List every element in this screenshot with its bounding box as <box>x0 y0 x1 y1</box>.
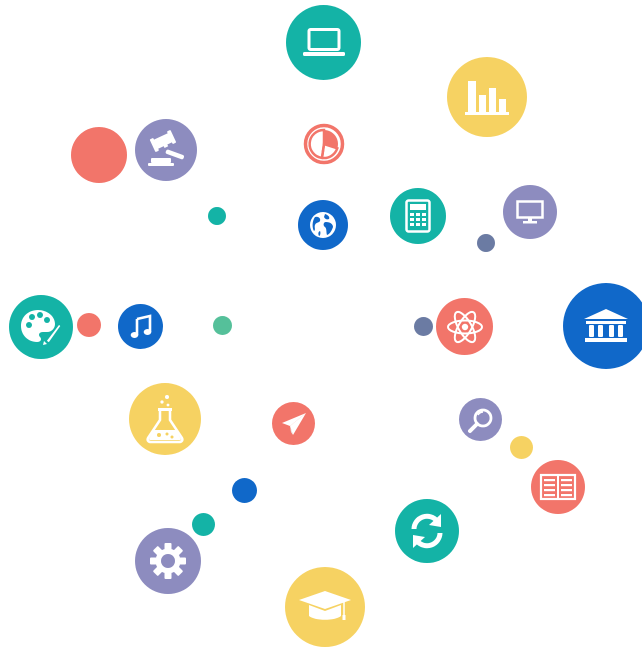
globe-icon <box>298 200 348 250</box>
flask-icon <box>129 383 201 455</box>
palette-icon <box>9 295 73 359</box>
monitor-icon <box>503 185 557 239</box>
blue-dot <box>232 478 257 503</box>
coral-dot <box>77 313 101 337</box>
atom-icon <box>436 298 493 355</box>
laptop-icon <box>286 5 361 80</box>
teal-dot <box>192 513 215 536</box>
calculator-icon <box>390 188 446 244</box>
yellow-dot <box>510 436 533 459</box>
bank-icon <box>563 283 642 369</box>
green-dot <box>213 316 232 335</box>
slate-dot <box>414 317 433 336</box>
bar-chart-icon <box>447 57 527 137</box>
graduation-cap-icon <box>285 567 365 647</box>
magnifier-icon <box>459 398 502 441</box>
refresh-icon <box>395 499 459 563</box>
gear-icon <box>135 528 201 594</box>
teal-dot <box>208 207 226 225</box>
slate-dot <box>477 234 495 252</box>
book-icon <box>531 460 585 514</box>
pie-chart-icon <box>302 122 346 166</box>
gavel-icon <box>135 119 197 181</box>
paper-plane-icon <box>272 402 315 445</box>
coral-dot-large <box>71 127 127 183</box>
music-note-icon <box>118 304 163 349</box>
